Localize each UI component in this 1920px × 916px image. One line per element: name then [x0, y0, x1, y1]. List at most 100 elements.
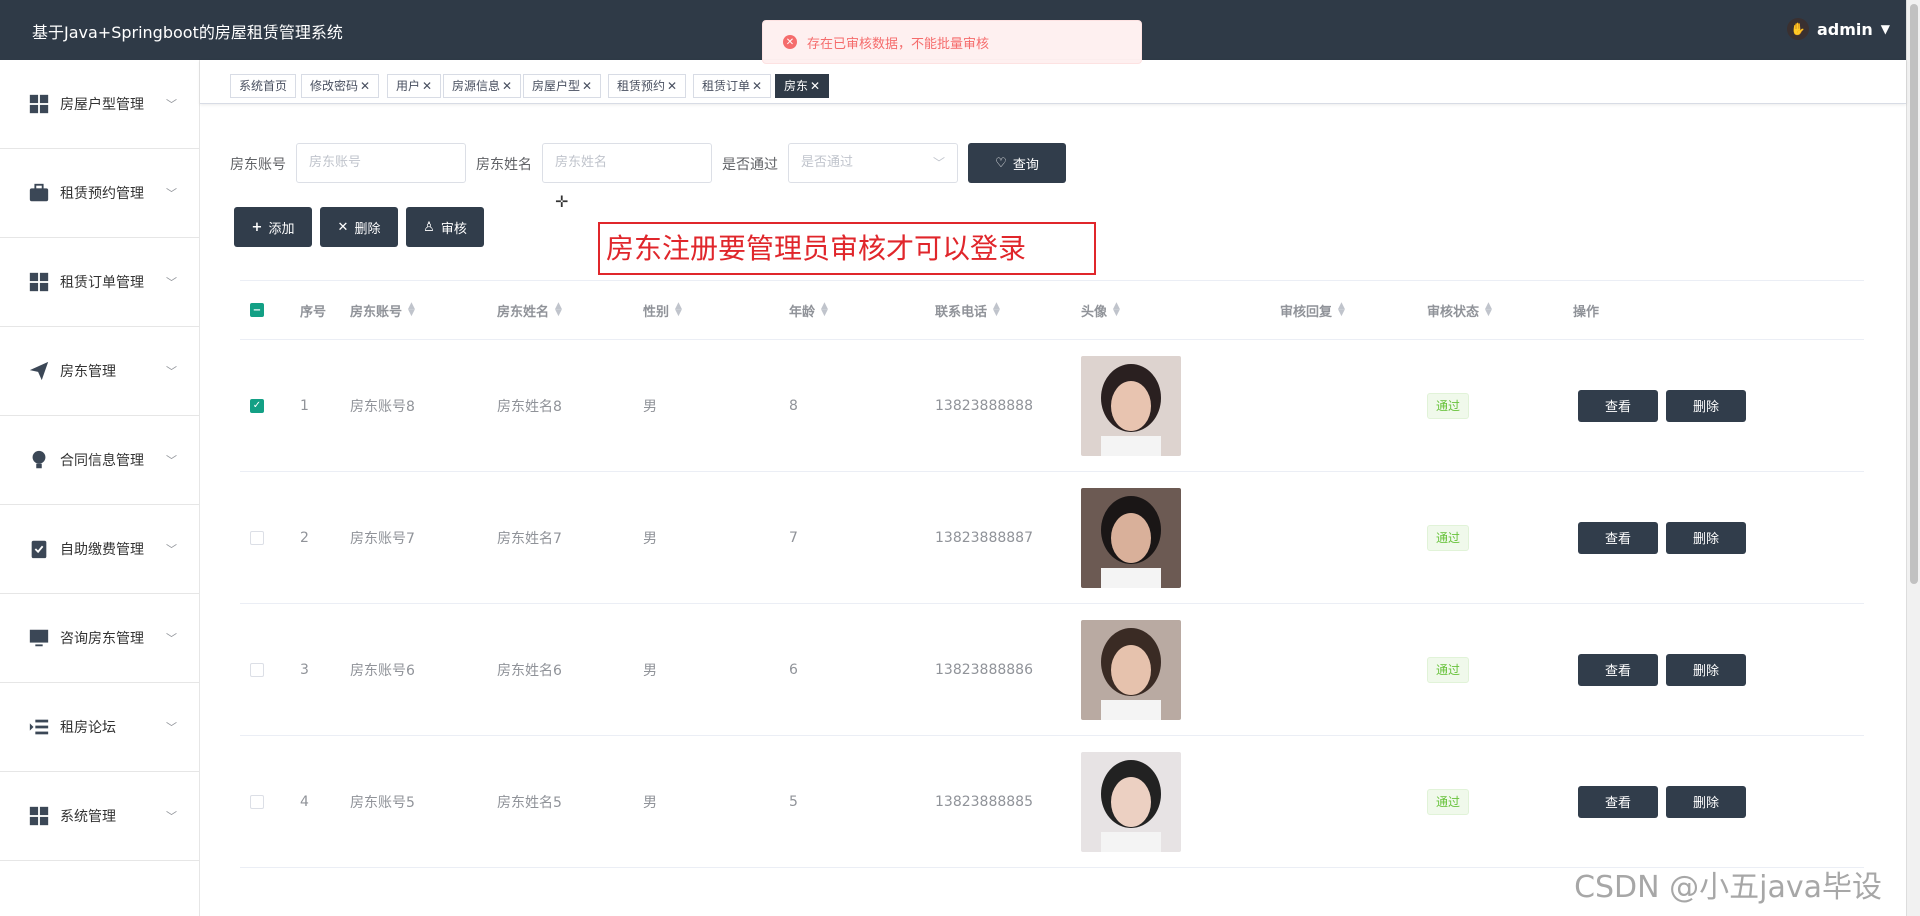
- table-row[interactable]: 3 房东账号6 房东姓名6 男 6 13823888886 通过 查看 删除: [240, 604, 1864, 736]
- row-delete-button[interactable]: 删除: [1666, 653, 1746, 686]
- view-button[interactable]: 查看: [1578, 785, 1658, 818]
- cell-avatar: [1081, 340, 1181, 471]
- sort-icon[interactable]: ▲ ▼: [993, 302, 1000, 318]
- sidebar-item[interactable]: 合同信息管理 ﹀: [0, 416, 199, 505]
- tab-6[interactable]: 租赁订单 ✕: [693, 74, 772, 98]
- cell-phone: 13823888888: [935, 397, 1033, 414]
- tab-7[interactable]: 房东 ✕: [775, 74, 830, 98]
- sidebar-item[interactable]: 自助缴费管理 ﹀: [0, 505, 199, 594]
- table-row[interactable]: 2 房东账号7 房东姓名7 男 7 13823888887 通过 查看 删除: [240, 472, 1864, 604]
- sidebar-item-label: 租赁预约管理: [60, 186, 144, 202]
- sidebar-item-label: 租房论坛: [60, 720, 116, 736]
- close-icon[interactable]: ✕: [360, 79, 370, 93]
- row-delete-button[interactable]: 删除: [1666, 785, 1746, 818]
- sidebar-item[interactable]: 租赁预约管理 ﹀: [0, 149, 199, 238]
- user-avatar: ✋: [1786, 18, 1809, 40]
- col-header[interactable]: 审核状态 ▲ ▼: [1427, 281, 1492, 339]
- sidebar-item[interactable]: 房东管理 ﹀: [0, 327, 199, 416]
- select-all-cell[interactable]: −: [250, 281, 264, 339]
- sidebar-item-label: 自助缴费管理: [60, 542, 144, 558]
- close-icon[interactable]: ✕: [810, 79, 820, 93]
- sort-icon[interactable]: ▲ ▼: [408, 302, 415, 318]
- audit-button[interactable]: ♙ 审核: [406, 207, 484, 247]
- sidebar-item[interactable]: 租赁订单管理 ﹀: [0, 238, 199, 327]
- col-header[interactable]: 头像 ▲ ▼: [1081, 281, 1120, 339]
- avatar-photo[interactable]: [1081, 487, 1181, 588]
- cell-ops: 查看 删除: [1578, 472, 1754, 603]
- row-checkbox[interactable]: [250, 794, 264, 809]
- close-icon[interactable]: ✕: [422, 79, 432, 93]
- name-search-input[interactable]: 房东姓名: [542, 143, 712, 183]
- col-header: 操作: [1573, 281, 1599, 339]
- row-select-cell[interactable]: ✓: [250, 340, 264, 471]
- tab-label: 房源信息: [452, 79, 501, 93]
- cell-gender: 男: [643, 794, 657, 811]
- tab-5[interactable]: 租赁预约 ✕: [608, 74, 687, 98]
- sort-icon[interactable]: ▲ ▼: [821, 302, 828, 318]
- close-icon[interactable]: ✕: [502, 79, 512, 93]
- window-scrollbar[interactable]: [1906, 0, 1920, 916]
- row-select-cell[interactable]: [250, 472, 264, 603]
- sidebar-item[interactable]: 咨询房东管理 ﹀: [0, 594, 199, 683]
- col-header[interactable]: 联系电话 ▲ ▼: [935, 281, 1000, 339]
- row-select-cell[interactable]: [250, 604, 264, 735]
- col-header[interactable]: 房东账号 ▲ ▼: [350, 281, 415, 339]
- tags-view: 系统首页 修改密码 ✕ 用户 ✕ 房源信息 ✕ 房屋户型 ✕ 租赁预约 ✕ 租赁订单 ✕ 房东 ✕: [200, 60, 1906, 104]
- tab-4[interactable]: 房屋户型 ✕: [523, 74, 602, 98]
- avatar-photo[interactable]: [1081, 355, 1181, 456]
- avatar-photo[interactable]: [1081, 619, 1181, 720]
- sidebar-item[interactable]: 房屋户型管理 ﹀: [0, 60, 199, 149]
- caret-down-icon: ▼: [1880, 22, 1890, 36]
- sort-icon[interactable]: ▲ ▼: [1485, 302, 1492, 318]
- query-button[interactable]: ♡ 查询: [968, 143, 1066, 183]
- row-checkbox[interactable]: [250, 530, 264, 545]
- close-icon[interactable]: ✕: [752, 79, 762, 93]
- row-delete-button[interactable]: 删除: [1666, 521, 1746, 554]
- cell-age: 6: [789, 661, 798, 678]
- row-checkbox[interactable]: [250, 662, 264, 677]
- sort-icon[interactable]: ▲ ▼: [555, 302, 562, 318]
- user-menu[interactable]: ✋ admin ▼: [1786, 18, 1890, 40]
- heart-icon: ♡: [995, 155, 1007, 171]
- col-header[interactable]: 审核回复 ▲ ▼: [1280, 281, 1345, 339]
- pass-select[interactable]: 是否通过 ﹀: [788, 143, 958, 183]
- view-button[interactable]: 查看: [1578, 389, 1658, 422]
- close-icon[interactable]: ✕: [667, 79, 677, 93]
- cell-avatar: [1081, 604, 1181, 735]
- row-delete-button[interactable]: 删除: [1666, 389, 1746, 422]
- col-header[interactable]: 性别 ▲ ▼: [643, 281, 682, 339]
- tab-3[interactable]: 房源信息 ✕: [443, 74, 522, 98]
- scrollbar-thumb[interactable]: [1910, 4, 1918, 584]
- cell-avatar: [1081, 736, 1181, 867]
- view-button[interactable]: 查看: [1578, 521, 1658, 554]
- row-select-cell[interactable]: [250, 736, 264, 867]
- close-icon[interactable]: ✕: [582, 79, 592, 93]
- table-row[interactable]: 4 房东账号5 房东姓名5 男 5 13823888885 通过 查看 删除: [240, 736, 1864, 868]
- chevron-down-icon: ﹀: [166, 365, 177, 378]
- sort-icon[interactable]: ▲ ▼: [1113, 302, 1120, 318]
- sidebar-item[interactable]: 租房论坛 ﹀: [0, 683, 199, 772]
- row-checkbox[interactable]: ✓: [250, 398, 264, 413]
- col-header[interactable]: 年龄 ▲ ▼: [789, 281, 828, 339]
- account-search-input[interactable]: 房东账号: [296, 143, 466, 183]
- delete-button[interactable]: ✕ 删除: [320, 207, 398, 247]
- avatar-photo[interactable]: [1081, 751, 1181, 852]
- tab-1[interactable]: 修改密码 ✕: [301, 74, 380, 98]
- sort-icon[interactable]: ▲ ▼: [675, 302, 682, 318]
- cell-phone: 13823888885: [935, 793, 1033, 810]
- tab-0[interactable]: 系统首页: [230, 74, 297, 98]
- sort-icon[interactable]: ▲ ▼: [1338, 302, 1345, 318]
- sidebar-item[interactable]: 系统管理 ﹀: [0, 772, 199, 861]
- col-header[interactable]: 房东姓名 ▲ ▼: [497, 281, 562, 339]
- chevron-down-icon: ﹀: [166, 454, 177, 467]
- cell-no: 4: [300, 793, 309, 810]
- select-all-checkbox[interactable]: −: [250, 303, 264, 317]
- cell-ops: 查看 删除: [1578, 736, 1754, 867]
- plus-icon: +: [251, 219, 263, 235]
- view-button[interactable]: 查看: [1578, 653, 1658, 686]
- username: admin: [1816, 19, 1873, 39]
- tab-2[interactable]: 用户 ✕: [387, 74, 442, 98]
- table-row[interactable]: ✓ 1 房东账号8 房东姓名8 男 8 13823888888 通过 查看 删除: [240, 340, 1864, 472]
- add-button[interactable]: + 添加: [234, 207, 312, 247]
- audit-button-label: 审核: [440, 221, 467, 237]
